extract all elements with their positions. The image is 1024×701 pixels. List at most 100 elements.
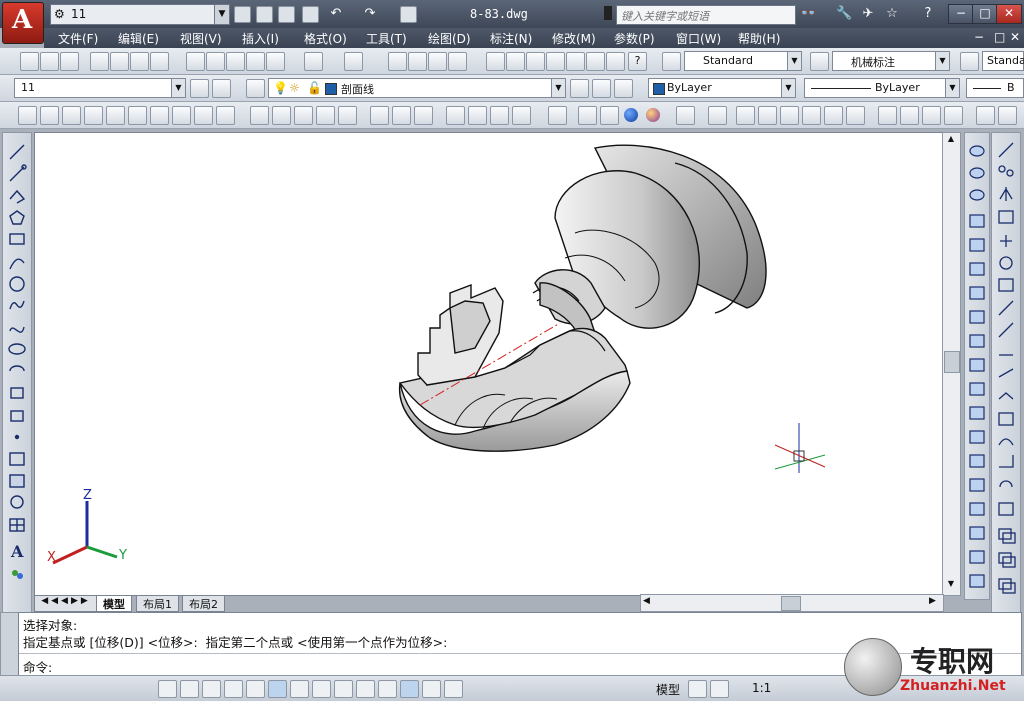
undo-icon[interactable]: ↶ [328,6,344,22]
layer-properties-icon[interactable] [246,79,265,98]
maximize-button[interactable]: □ [972,4,998,24]
text-style-select[interactable]: Standard ▼ [684,51,802,71]
quick-view-drawings-icon[interactable] [710,680,729,698]
design-center-icon[interactable] [506,52,525,71]
color-select[interactable]: ByLayer ▼ [648,78,796,98]
annotation-scale[interactable]: 1:1 [752,681,771,695]
menu-format[interactable]: 格式(O) [304,30,347,47]
otrack-icon[interactable] [312,680,331,698]
box-icon[interactable] [40,106,59,125]
qnew-icon[interactable] [20,52,39,71]
wireframe-icon[interactable] [600,106,619,125]
layer-state-manager-icon[interactable] [190,79,209,98]
workspace-selector[interactable]: ⚙ 11 ▼ [50,4,230,25]
transparency-icon[interactable] [400,680,419,698]
dim-style-icon[interactable] [810,52,829,71]
table-style-icon[interactable] [960,52,979,71]
intersect-icon[interactable] [414,106,433,125]
menu-dimension[interactable]: 标注(N) [490,30,532,47]
scroll-down-icon[interactable]: ▼ [945,579,957,591]
new-file-icon[interactable] [234,6,251,23]
tab-layout2[interactable]: 布局2 [182,595,225,612]
se-iso-icon[interactable] [900,106,919,125]
properties-icon[interactable] [486,52,505,71]
grid-icon[interactable] [202,680,221,698]
undo-icon[interactable] [304,52,323,71]
paste-icon[interactable] [226,52,245,71]
cylinder-icon[interactable] [128,106,147,125]
pan-icon[interactable] [388,52,407,71]
sw-iso-icon[interactable] [878,106,897,125]
subtract-icon[interactable] [392,106,411,125]
layer-tools-icon[interactable] [614,79,633,98]
sphere-icon[interactable] [106,106,125,125]
favorites-icon[interactable]: ☆ [884,6,900,22]
dim-style-select[interactable]: 机械标注 ▼ [832,51,950,71]
wedge-icon[interactable] [62,106,81,125]
helix-icon[interactable] [194,106,213,125]
tab-layout1[interactable]: 布局1 [136,595,179,612]
search-input[interactable]: 键入关键字或短语 [616,5,796,25]
menu-window[interactable]: 窗口(W) [676,30,721,47]
block-editor-icon[interactable] [266,52,285,71]
3d-osnap-icon[interactable] [290,680,309,698]
snap-icon[interactable] [180,680,199,698]
cone-icon[interactable] [84,106,103,125]
infer-constraints-icon[interactable] [158,680,177,698]
drawing-canvas[interactable]: Z X Y [34,132,944,596]
open-file-icon[interactable] [256,6,273,23]
open-icon[interactable] [40,52,59,71]
scroll-right-icon[interactable]: ▶ [929,596,936,606]
subscription-icon[interactable]: 🔧 [836,6,852,22]
quick-properties-icon[interactable] [422,680,441,698]
publish-icon[interactable] [130,52,149,71]
ducs-icon[interactable] [334,680,353,698]
camera-icon[interactable] [976,106,995,125]
menu-edit[interactable]: 编辑(E) [118,30,159,47]
minimize-button[interactable]: − [948,4,974,24]
text-style-icon[interactable] [662,52,681,71]
torus-icon[interactable] [150,106,169,125]
redo-icon[interactable]: ↷ [362,6,378,22]
presspull-icon[interactable] [272,106,291,125]
linetype-select[interactable]: ByLayer ▼ [804,78,960,98]
doc-restore-button[interactable]: □ [994,30,1005,44]
bottom-view-icon[interactable] [758,106,777,125]
orbit-icon[interactable] [998,106,1017,125]
ne-iso-icon[interactable] [922,106,941,125]
table-style-select[interactable]: Standa [982,51,1024,71]
loft-icon[interactable] [338,106,357,125]
hscroll-thumb[interactable] [781,596,801,611]
print-icon[interactable] [90,52,109,71]
planar-surface-icon[interactable] [216,106,235,125]
zoom-window-icon[interactable] [428,52,447,71]
menu-insert[interactable]: 插入(I) [242,30,279,47]
tab-model[interactable]: 模型 [96,595,132,612]
zoom-realtime-icon[interactable] [408,52,427,71]
selection-cycling-icon[interactable] [444,680,463,698]
3d-array-icon[interactable] [512,106,531,125]
extrude-icon[interactable] [250,106,269,125]
dyn-icon[interactable] [356,680,375,698]
osnap-icon[interactable] [268,680,287,698]
layer-state-select[interactable]: 11 ▼ [14,78,186,98]
menu-modify[interactable]: 修改(M) [552,30,596,47]
3d-hidden-icon[interactable] [578,106,597,125]
match-properties-icon[interactable] [246,52,265,71]
doc-close-button[interactable]: ✕ [1010,30,1020,44]
lineweight-toggle-icon[interactable] [378,680,397,698]
union-icon[interactable] [370,106,389,125]
redo-icon[interactable] [344,52,363,71]
calculator-icon[interactable] [606,52,625,71]
command-window-grip[interactable] [0,612,19,676]
scroll-up-icon[interactable]: ▲ [945,134,957,146]
conceptual-icon[interactable] [646,108,660,122]
nw-iso-icon[interactable] [944,106,963,125]
binoculars-icon[interactable]: 👓 [800,6,816,22]
plot-icon[interactable] [400,6,417,23]
menu-file[interactable]: 文件(F) [58,30,98,47]
back-view-icon[interactable] [846,106,865,125]
horizontal-scrollbar[interactable]: ◀ ▶ [640,594,944,612]
quick-view-layouts-icon[interactable] [688,680,707,698]
space-toggle[interactable]: 模型 [656,681,680,698]
